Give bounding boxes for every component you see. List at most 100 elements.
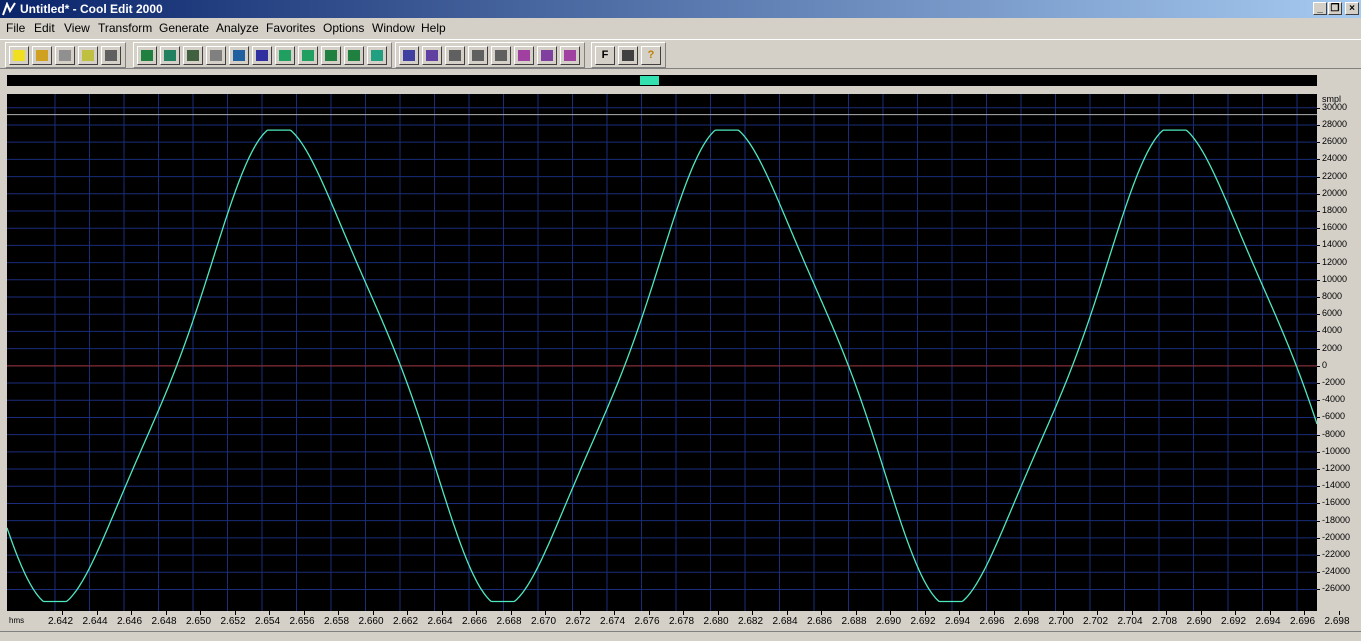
- time-label: 2.652: [220, 616, 246, 627]
- time-label: 2.696: [979, 616, 1005, 627]
- scripts-button[interactable]: [618, 46, 638, 65]
- amplitude-label: -18000: [1322, 514, 1351, 525]
- favorites-button[interactable]: F: [595, 46, 615, 65]
- amplitude-label: -8000: [1322, 428, 1346, 439]
- copy-to-new-button[interactable]: [206, 46, 226, 65]
- time-label: 2.702: [1083, 616, 1109, 627]
- mix-paste-button[interactable]: [183, 46, 203, 65]
- time-tick: [683, 611, 684, 615]
- paste-button[interactable]: [229, 46, 249, 65]
- grid-icon-2: [472, 50, 484, 61]
- unmark-icon: [302, 50, 314, 61]
- menu-favorites[interactable]: Favorites: [265, 18, 316, 38]
- amplitude-tick: [1317, 124, 1320, 126]
- amplitude-label: -6000: [1322, 411, 1346, 422]
- play-list-button[interactable]: [537, 46, 557, 65]
- menu-transform[interactable]: Transform: [97, 18, 153, 38]
- restore-button[interactable]: ❐: [1328, 2, 1342, 15]
- grid-button[interactable]: [468, 46, 488, 65]
- wave-view-button[interactable]: [321, 46, 341, 65]
- grid-button[interactable]: [491, 46, 511, 65]
- amplitude-label: 22000: [1322, 170, 1348, 181]
- time-label: 2.658: [324, 616, 350, 627]
- mix-paste-icon: [187, 50, 199, 61]
- amplitude-tick: [1317, 555, 1320, 557]
- envelope-button[interactable]: [422, 46, 442, 65]
- grid-icon-3: [495, 50, 507, 61]
- amplitude-tick: [1317, 451, 1320, 453]
- amplitude-label: -12000: [1322, 463, 1351, 474]
- time-tick: [1097, 611, 1098, 615]
- amplitude-label: 8000: [1322, 291, 1343, 301]
- close-file-button[interactable]: [101, 46, 121, 65]
- title-bar: Untitled* - Cool Edit 2000 _ ❐ ×: [0, 0, 1361, 18]
- waveform-display[interactable]: [6, 94, 1332, 618]
- time-label: 2.656: [289, 616, 315, 627]
- time-label: 2.666: [462, 616, 488, 627]
- amplitude-tick: [1317, 314, 1320, 316]
- menu-file[interactable]: File: [5, 18, 26, 38]
- help-button[interactable]: ?: [641, 46, 661, 65]
- menu-bar: File Edit View Transform Generate Analyz…: [0, 18, 1361, 38]
- close-file-icon: [105, 50, 117, 61]
- paste-icon: [233, 50, 245, 61]
- time-tick: [200, 611, 201, 615]
- minimize-button[interactable]: _: [1313, 2, 1327, 15]
- time-label: 2.682: [738, 616, 764, 627]
- time-label: 2.660: [358, 616, 384, 627]
- snap-button[interactable]: [367, 46, 387, 65]
- amplitude-label: 24000: [1322, 153, 1348, 164]
- time-tick: [648, 611, 650, 615]
- time-label: 2.680: [703, 616, 729, 627]
- time-tick: [579, 611, 581, 615]
- undo-button[interactable]: [137, 46, 157, 65]
- time-tick: [959, 611, 960, 615]
- menu-view[interactable]: View: [63, 18, 91, 38]
- time-tick: [890, 611, 891, 615]
- spectral-view-button[interactable]: [344, 46, 364, 65]
- open-file-button[interactable]: [32, 46, 52, 65]
- time-tick: [131, 611, 132, 615]
- time-tick: [165, 611, 167, 615]
- save-button[interactable]: [55, 46, 75, 65]
- time-unit: hms: [9, 616, 25, 625]
- cut-button[interactable]: [252, 46, 272, 65]
- unmark-button[interactable]: [298, 46, 318, 65]
- save-as-button[interactable]: [78, 46, 98, 65]
- menu-options[interactable]: Options: [322, 18, 365, 38]
- new-file-button[interactable]: [9, 46, 29, 65]
- amplitude-tick: [1317, 297, 1320, 298]
- menu-analyze[interactable]: Analyze: [215, 18, 260, 38]
- menu-generate[interactable]: Generate: [158, 18, 210, 38]
- amplitude-tick: [1317, 537, 1320, 539]
- time-tick: [510, 611, 512, 615]
- show-cue-button[interactable]: [514, 46, 534, 65]
- amplitude-label: -20000: [1322, 531, 1351, 542]
- time-tick: [855, 611, 857, 615]
- cd-player-button[interactable]: [560, 46, 580, 65]
- cd-player-icon: [564, 50, 576, 61]
- amplitude-tick: [1317, 193, 1320, 195]
- menu-help[interactable]: Help: [420, 18, 447, 38]
- app-icon: [2, 2, 16, 16]
- time-tick: [821, 611, 822, 615]
- play-list-icon: [541, 50, 553, 61]
- time-label: 2.708: [1152, 616, 1178, 627]
- menu-edit[interactable]: Edit: [33, 18, 56, 38]
- save-as-icon: [82, 50, 94, 61]
- grid-button[interactable]: [445, 46, 465, 65]
- time-tick: [269, 611, 270, 615]
- amplitude-label: 18000: [1322, 204, 1348, 215]
- overview-thumb[interactable]: [640, 76, 659, 85]
- repeat-button[interactable]: [160, 46, 180, 65]
- close-button[interactable]: ×: [1345, 2, 1359, 15]
- save-icon: [59, 50, 71, 61]
- amplify-button[interactable]: [399, 46, 419, 65]
- time-label: 2.692: [1221, 616, 1247, 627]
- menu-window[interactable]: Window: [371, 18, 416, 38]
- waveform-canvas[interactable]: [6, 94, 1332, 618]
- time-tick: [752, 611, 753, 615]
- mark-button[interactable]: [275, 46, 295, 65]
- amplitude-tick: [1317, 434, 1320, 436]
- overview-bar[interactable]: [7, 75, 1317, 86]
